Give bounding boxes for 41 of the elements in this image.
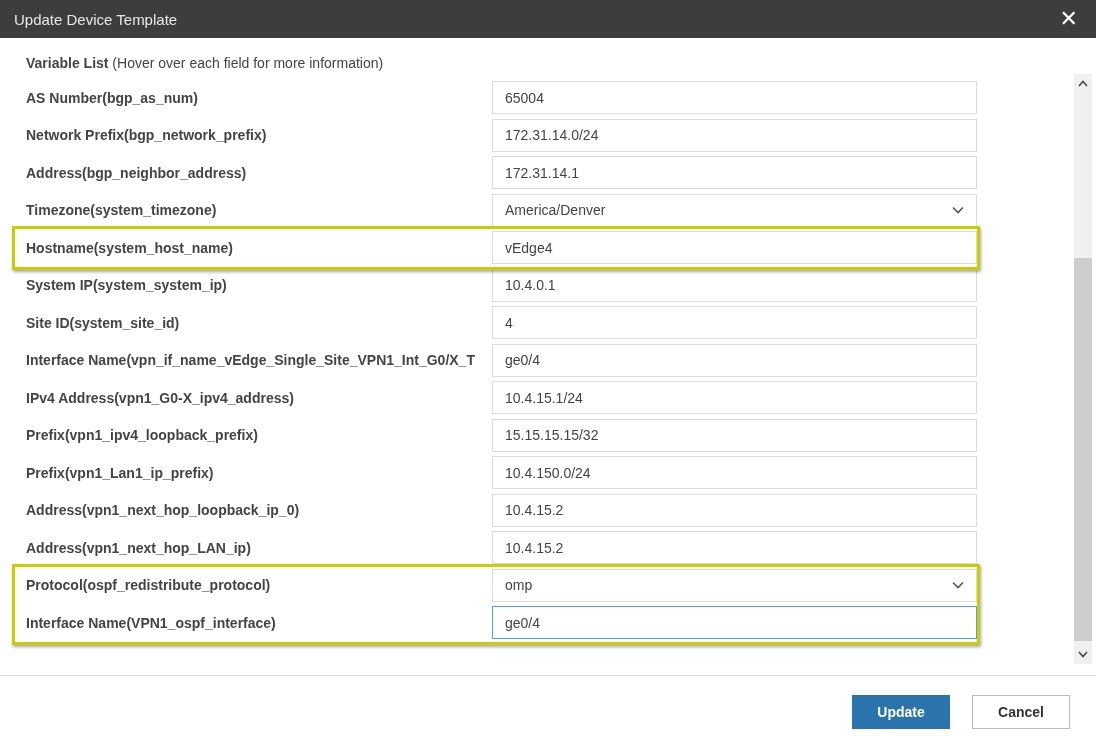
input-field[interactable]: 172.31.14.0/24 <box>492 118 977 152</box>
field-label: Prefix(vpn1_Lan1_ip_prefix) <box>26 464 215 481</box>
field-label: Network Prefix(bgp_network_prefix) <box>26 127 268 144</box>
input-field[interactable]: 10.4.0.1 <box>492 268 977 302</box>
dropdown-field[interactable]: omp <box>492 568 977 602</box>
input-field[interactable]: 172.31.14.1 <box>492 156 977 190</box>
update-button[interactable]: Update <box>852 695 950 729</box>
input-field[interactable]: 10.4.15.1/24 <box>492 381 977 415</box>
input-field[interactable]: 65004 <box>492 81 977 115</box>
chevron-down-icon <box>952 206 964 215</box>
field-label: Hostname(system_host_name) <box>26 239 234 256</box>
chevron-down-icon <box>952 581 964 590</box>
field-label: Prefix(vpn1_ipv4_loopback_prefix) <box>26 427 259 444</box>
section-heading: Variable List (Hover over each field for more information) <box>25 54 385 73</box>
scroll-down-icon[interactable] <box>1078 651 1088 658</box>
field-label: AS Number(bgp_as_num) <box>26 89 199 106</box>
field-label: Interface Name(vpn_if_name_vEdge_Single_Site_VPN1_Int_G0/X_T <box>26 352 476 369</box>
input-field[interactable]: 4 <box>492 306 977 340</box>
scrollbar-thumb[interactable] <box>1074 258 1092 641</box>
field-label: Timezone(system_timezone) <box>26 202 218 219</box>
field-label: Address(vpn1_next_hop_LAN_ip) <box>26 539 252 556</box>
input-field[interactable]: 10.4.15.2 <box>492 531 977 565</box>
field-label: Address(vpn1_next_hop_loopback_ip_0) <box>26 502 301 519</box>
field-label: Interface Name(VPN1_ospf_interface) <box>26 614 277 631</box>
input-field[interactable]: ge0/4 <box>492 606 977 640</box>
dropdown-field[interactable]: America/Denver <box>492 193 977 227</box>
field-label: IPv4 Address(vpn1_G0-X_ipv4_address) <box>26 389 295 406</box>
window-title: Update Device Template <box>14 10 178 28</box>
input-field[interactable]: 10.4.150.0/24 <box>492 456 977 490</box>
field-label: Protocol(ospf_redistribute_protocol) <box>26 577 272 594</box>
field-label: System IP(system_system_ip) <box>26 277 228 294</box>
scrollbar[interactable] <box>1074 74 1092 664</box>
input-field[interactable]: 15.15.15.15/32 <box>492 418 977 452</box>
scroll-up-icon[interactable] <box>1078 80 1088 87</box>
field-label: Address(bgp_neighbor_address) <box>26 164 248 181</box>
cancel-button[interactable]: Cancel <box>972 695 1070 729</box>
field-label: Site ID(system_site_id) <box>26 314 181 331</box>
input-field[interactable]: vEdge4 <box>492 231 977 265</box>
input-field[interactable]: ge0/4 <box>492 343 977 377</box>
input-field[interactable]: 10.4.15.2 <box>492 493 977 527</box>
close-button[interactable]: ✕ <box>1055 8 1082 30</box>
